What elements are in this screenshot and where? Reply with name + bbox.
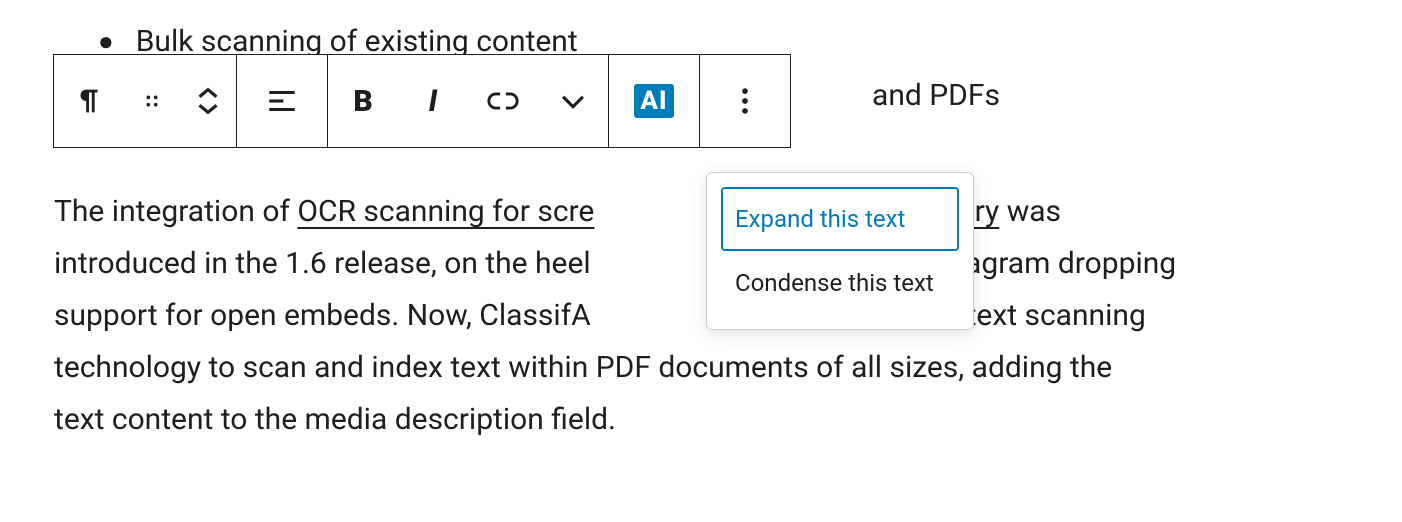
drag-handle-button[interactable]	[124, 55, 180, 147]
text: introduced in the 1.6 release, on the he…	[54, 246, 591, 281]
text: The integration of	[54, 194, 297, 229]
more-options-button[interactable]	[700, 55, 790, 147]
toolbar-group-block	[54, 55, 237, 147]
paragraph-line-5: text content to the media description fi…	[54, 394, 1354, 446]
ai-option-expand[interactable]: Expand this text	[721, 187, 959, 251]
link-ocr[interactable]: OCR scanning for scre	[297, 194, 594, 229]
toolbar-group-ai: AI	[609, 55, 700, 147]
kebab-icon	[728, 84, 762, 118]
move-up-down-icon	[191, 84, 225, 118]
align-left-icon	[265, 84, 299, 118]
link-button[interactable]	[468, 55, 538, 147]
bold-button[interactable]: B	[328, 55, 398, 147]
italic-icon: I	[429, 84, 438, 119]
move-block-button[interactable]	[180, 55, 236, 147]
more-formatting-button[interactable]	[538, 55, 608, 147]
pilcrow-icon	[72, 84, 106, 118]
toolbar-group-align	[237, 55, 328, 147]
paragraph-block-button[interactable]	[54, 55, 124, 147]
paragraph-block[interactable]: The integration of OCR scanning for scre…	[54, 186, 1354, 446]
ai-button[interactable]: AI	[609, 55, 699, 147]
toolbar-group-more	[700, 55, 790, 147]
block-toolbar: B I AI	[53, 54, 791, 148]
ai-dropdown-menu: Expand this text Condense this text	[706, 172, 974, 330]
italic-button[interactable]: I	[398, 55, 468, 147]
list-item-fragment[interactable]: and PDFs	[872, 78, 1000, 113]
link-icon	[486, 84, 520, 118]
chevron-down-icon	[556, 84, 590, 118]
drag-handle-icon	[141, 90, 163, 112]
paragraph-line-4: technology to scan and index text within…	[54, 342, 1354, 394]
ai-option-condense[interactable]: Condense this text	[721, 251, 959, 315]
ai-icon: AI	[634, 84, 673, 118]
paragraph-line-2: introduced in the 1.6 release, on the he…	[54, 238, 1354, 290]
text: support for open embeds. Now, ClassifA	[54, 298, 591, 333]
bold-icon: B	[353, 84, 372, 119]
text: was	[999, 194, 1061, 229]
align-button[interactable]	[237, 55, 327, 147]
bullet-icon: ●	[98, 29, 114, 55]
toolbar-group-format: B I	[328, 55, 609, 147]
paragraph-line-1: The integration of OCR scanning for scre…	[54, 186, 1354, 238]
paragraph-line-3: support for open embeds. Now, ClassifAut…	[54, 290, 1354, 342]
